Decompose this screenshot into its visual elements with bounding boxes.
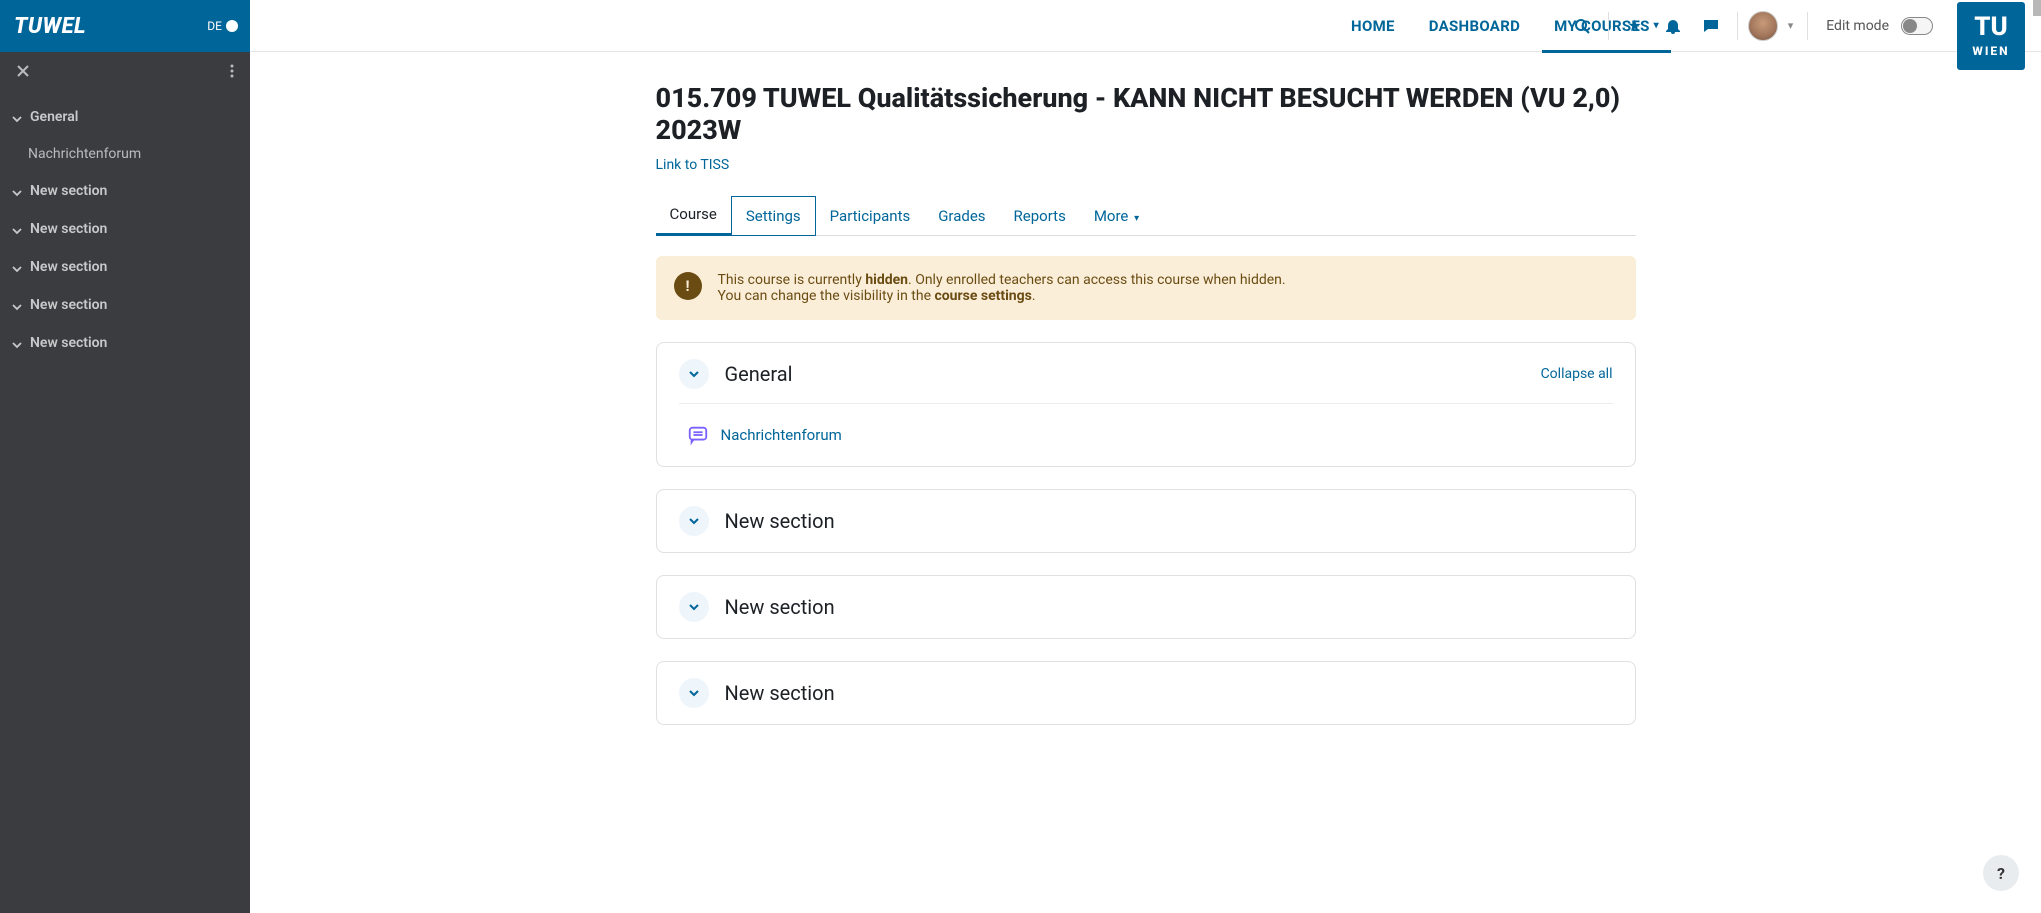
tab-course[interactable]: Course xyxy=(656,195,731,236)
close-drawer-button[interactable] xyxy=(10,60,36,87)
nav-dashboard[interactable]: DASHBOARD xyxy=(1427,0,1522,52)
sidebar-item-label: New section xyxy=(30,221,107,237)
chevron-down-icon: ▾ xyxy=(1134,213,1139,224)
sidebar-brand-bar: TUWEL DE xyxy=(0,0,250,52)
tab-more-label: More xyxy=(1094,207,1129,225)
help-button[interactable]: ? xyxy=(1983,855,2019,891)
collapse-all-link[interactable]: Collapse all xyxy=(1541,366,1613,382)
sidebar: TUWEL DE General Nachrichtenforum New se… xyxy=(0,0,250,913)
sidebar-item-section[interactable]: New section xyxy=(0,324,250,362)
top-navigation: HOME DASHBOARD MY COURSES ▾ ★ xyxy=(250,0,2041,52)
tab-participants[interactable]: Participants xyxy=(816,197,925,235)
search-button[interactable] xyxy=(1566,10,1598,42)
chevron-down-icon xyxy=(12,224,22,234)
section-general: General Collapse all Nachrichtenforum xyxy=(656,342,1636,467)
sidebar-item-section[interactable]: New section xyxy=(0,210,250,248)
sidebar-nav: General Nachrichtenforum New section New… xyxy=(0,94,250,366)
alert-text-fragment: . xyxy=(1032,288,1036,304)
course-tabs: Course Settings Participants Grades Repo… xyxy=(656,195,1636,236)
sidebar-item-section[interactable]: New section xyxy=(0,286,250,324)
language-code: DE xyxy=(207,19,222,33)
alert-text-fragment: This course is currently xyxy=(718,272,866,288)
section-new: New section xyxy=(656,489,1636,553)
divider xyxy=(1807,12,1808,40)
collapse-section-button[interactable] xyxy=(679,359,709,389)
logo-tu-text: TU xyxy=(1974,14,2007,40)
chevron-down-icon xyxy=(12,112,22,122)
edit-mode-toggle[interactable] xyxy=(1901,17,1933,35)
language-switcher[interactable]: DE xyxy=(207,19,238,33)
sidebar-item-section[interactable]: New section xyxy=(0,248,250,286)
page-title: 015.709 TUWEL Qualitätssicherung - KANN … xyxy=(656,82,1636,147)
sidebar-item-label: General xyxy=(30,109,78,125)
tab-settings[interactable]: Settings xyxy=(731,196,816,236)
user-menu-chevron[interactable]: ▾ xyxy=(1784,19,1798,32)
collapse-section-button[interactable] xyxy=(679,678,709,708)
tuwel-logo[interactable]: TUWEL xyxy=(14,14,86,39)
notifications-button[interactable] xyxy=(1657,10,1689,42)
language-dot-icon xyxy=(226,20,238,32)
user-avatar[interactable] xyxy=(1748,11,1778,41)
sidebar-kebab-menu[interactable] xyxy=(224,60,240,87)
edit-mode-label: Edit mode xyxy=(1826,18,1889,34)
section-title: New section xyxy=(725,595,1613,619)
tab-reports[interactable]: Reports xyxy=(1000,197,1080,235)
divider xyxy=(1608,12,1609,40)
hidden-course-alert: ! This course is currently hidden. Only … xyxy=(656,256,1636,320)
activity-forum[interactable]: Nachrichtenforum xyxy=(679,420,1613,450)
tiss-link[interactable]: Link to TISS xyxy=(656,157,730,173)
section-title: New section xyxy=(725,509,1613,533)
chevron-down-icon xyxy=(12,300,22,310)
collapse-section-button[interactable] xyxy=(679,592,709,622)
section-title: General xyxy=(725,362,1525,386)
tab-grades[interactable]: Grades xyxy=(924,197,999,235)
sidebar-item-label: New section xyxy=(30,335,107,351)
chevron-down-icon xyxy=(12,338,22,348)
tu-wien-logo[interactable]: TU WIEN xyxy=(1957,2,2025,70)
warning-icon: ! xyxy=(674,272,702,300)
bookmarks-button[interactable]: ★ xyxy=(1619,10,1651,42)
alert-text: This course is currently hidden. Only en… xyxy=(718,272,1286,304)
sidebar-item-general[interactable]: General xyxy=(0,98,250,136)
collapse-section-button[interactable] xyxy=(679,506,709,536)
sidebar-item-label: New section xyxy=(30,297,107,313)
alert-text-bold: hidden xyxy=(865,272,908,288)
logo-wien-text: WIEN xyxy=(1972,44,2009,58)
sidebar-subitem-forum[interactable]: Nachrichtenforum xyxy=(0,136,250,172)
section-new: New section xyxy=(656,575,1636,639)
forum-icon xyxy=(687,424,709,446)
sidebar-item-label: New section xyxy=(30,183,107,199)
sidebar-item-label: New section xyxy=(30,259,107,275)
alert-text-fragment: . Only enrolled teachers can access this… xyxy=(908,272,1286,288)
content: 015.709 TUWEL Qualitätssicherung - KANN … xyxy=(616,52,1676,913)
messages-button[interactable] xyxy=(1695,10,1727,42)
alert-text-fragment: You can change the visibility in the xyxy=(718,288,935,304)
sidebar-item-section[interactable]: New section xyxy=(0,172,250,210)
scrollbar[interactable] xyxy=(2033,0,2041,16)
alert-text-bold: course settings xyxy=(934,288,1031,304)
section-new: New section xyxy=(656,661,1636,725)
activity-link[interactable]: Nachrichtenforum xyxy=(721,426,842,444)
chevron-down-icon xyxy=(12,262,22,272)
sidebar-controls xyxy=(0,52,250,94)
divider xyxy=(1737,12,1738,40)
section-title: New section xyxy=(725,681,1613,705)
chevron-down-icon xyxy=(12,186,22,196)
nav-home[interactable]: HOME xyxy=(1349,0,1397,52)
tab-more[interactable]: More ▾ xyxy=(1080,197,1153,235)
